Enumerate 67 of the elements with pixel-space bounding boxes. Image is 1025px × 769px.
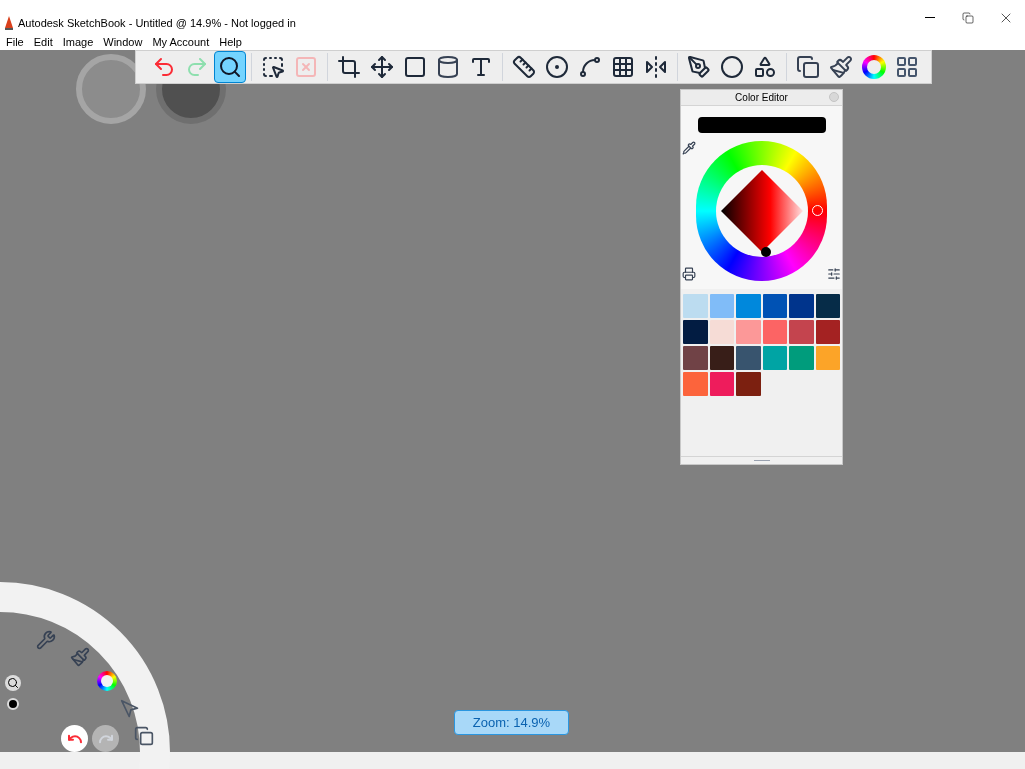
- grid-icon: [611, 55, 635, 79]
- color-swatch[interactable]: [709, 294, 734, 318]
- undo-button[interactable]: [61, 725, 88, 752]
- move-icon: [370, 55, 394, 79]
- symmetry-icon: [644, 55, 668, 79]
- circle-icon: [720, 55, 744, 79]
- redo-button[interactable]: [92, 725, 119, 752]
- color-swatch[interactable]: [736, 320, 761, 344]
- color-swatch[interactable]: [736, 294, 761, 318]
- color-swatch[interactable]: [709, 372, 734, 396]
- panel-title: Color Editor: [735, 91, 788, 105]
- restore-icon: [962, 11, 974, 24]
- pencil-icon: [4, 15, 14, 30]
- menu-item[interactable]: Window: [103, 34, 143, 51]
- tools-icon[interactable]: [36, 630, 56, 650]
- palette-grid-icon: [895, 55, 919, 79]
- menu-item[interactable]: File: [6, 34, 24, 51]
- menu-item[interactable]: My Account: [152, 34, 210, 51]
- color-swatch[interactable]: [683, 346, 708, 370]
- eyedropper-icon[interactable]: [682, 141, 696, 155]
- menu-item[interactable]: Image: [62, 34, 94, 51]
- redo-icon: [185, 55, 209, 79]
- color-swatch[interactable]: [683, 372, 708, 396]
- color-swatch[interactable]: [683, 320, 708, 344]
- shapes-icon: [753, 55, 777, 79]
- brush-icon[interactable]: [70, 647, 90, 667]
- clear-selection-icon: [294, 55, 318, 79]
- layers-icon: [796, 55, 820, 79]
- color-swatch[interactable]: [815, 346, 840, 370]
- ellipse-guide-icon: [545, 55, 569, 79]
- color-swatch[interactable]: [736, 372, 761, 396]
- selection-icon: [261, 55, 285, 79]
- menu-item[interactable]: Help: [219, 34, 242, 51]
- toolbar-tool[interactable]: [214, 51, 246, 83]
- color-swatch[interactable]: [762, 294, 787, 318]
- minimize-icon: [925, 17, 935, 18]
- curve-icon: [578, 55, 602, 79]
- undo-icon: [152, 55, 176, 79]
- color-swatch[interactable]: [736, 346, 761, 370]
- color-wheel-icon[interactable]: [97, 671, 117, 691]
- color-swatch[interactable]: [789, 320, 814, 344]
- color-swatch[interactable]: [709, 320, 734, 344]
- zoom-puck[interactable]: [5, 675, 21, 691]
- square-icon: [403, 55, 427, 79]
- printer-icon[interactable]: [682, 267, 696, 281]
- menu-item[interactable]: Edit: [33, 34, 53, 51]
- color-swatch[interactable]: [789, 294, 814, 318]
- pointer-icon[interactable]: [120, 699, 140, 719]
- color-swatch[interactable]: [683, 294, 708, 318]
- color-swatch[interactable]: [709, 346, 734, 370]
- search-icon: [7, 677, 19, 689]
- color-wheel-icon: [862, 55, 886, 79]
- text-icon: [469, 55, 493, 79]
- window-title: Autodesk SketchBook - Untitled @ 14.9% - Not logged in: [18, 15, 296, 31]
- stroke-icon: [687, 55, 711, 79]
- search-icon: [218, 55, 242, 79]
- color-swatch[interactable]: [762, 320, 787, 344]
- brush-icon: [829, 55, 853, 79]
- color-swatch[interactable]: [789, 346, 814, 370]
- crop-icon: [337, 55, 361, 79]
- layers-icon[interactable]: [134, 726, 154, 746]
- zoom-badge: Zoom: 14.9%: [454, 710, 569, 735]
- color-swatch[interactable]: [762, 346, 787, 370]
- sliders-icon[interactable]: [826, 267, 841, 281]
- color-swatch[interactable]: [815, 320, 840, 344]
- color-swatch[interactable]: [815, 294, 840, 318]
- ruler-icon: [512, 55, 536, 79]
